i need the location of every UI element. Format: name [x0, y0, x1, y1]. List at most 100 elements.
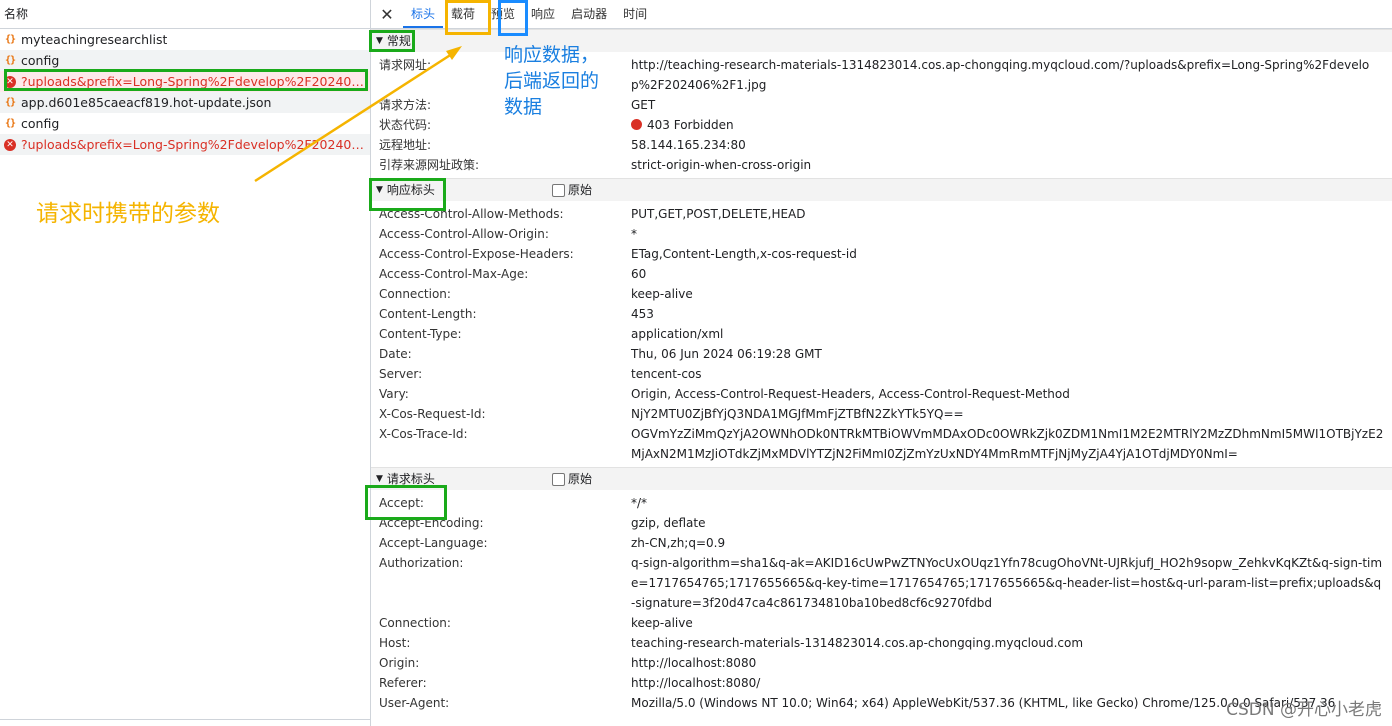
- header-key: X-Cos-Request-Id:: [379, 407, 486, 421]
- header-row: Host: teaching-research-materials-1314823…: [371, 633, 1392, 653]
- request-row[interactable]: {} app.d601e85caeacf819.hot-update.json: [0, 92, 370, 113]
- header-row: Content-Length: 453: [371, 304, 1392, 324]
- header-row: Vary: Origin, Access-Control-Request-Head…: [371, 384, 1392, 404]
- tab-response[interactable]: 响应: [523, 0, 563, 28]
- header-key: Referer:: [379, 676, 427, 690]
- header-row: Connection: keep-alive: [371, 613, 1392, 633]
- list-footer: [0, 719, 370, 726]
- header-value: NjY2MTU0ZjBfYjQ3NDA1MGJfMmFjZTBfN2ZkYTk5…: [631, 407, 964, 421]
- header-row: Accept: */*: [371, 493, 1392, 513]
- tab-timing[interactable]: 时间: [615, 0, 655, 28]
- header-value: keep-alive: [631, 616, 693, 630]
- header-key: Vary:: [379, 387, 409, 401]
- annotation-box-selected-request: [4, 69, 368, 91]
- request-name: config: [21, 116, 60, 131]
- request-row[interactable]: {} myteachingresearchlist: [0, 29, 370, 50]
- header-row: Accept-Encoding: gzip, deflate: [371, 513, 1392, 533]
- header-value: */*: [631, 496, 648, 510]
- annotation-box-preview-tab: [498, 0, 528, 36]
- header-value: zh-CN,zh;q=0.9: [631, 536, 726, 550]
- annotation-box-request-headers: [365, 485, 447, 520]
- header-key: User-Agent:: [379, 696, 450, 710]
- json-file-icon: {}: [4, 97, 16, 108]
- watermark: CSDN @开心小老虎: [1226, 700, 1382, 720]
- header-value: *: [631, 227, 637, 241]
- header-value: q-sign-algorithm=sha1&q-ak=AKID16cUwPwZT…: [631, 556, 1383, 610]
- close-icon[interactable]: ✕: [371, 5, 403, 24]
- header-row: Access-Control-Allow-Methods: PUT,GET,POS…: [371, 204, 1392, 224]
- request-headers-body: Accept: */* Accept-Encoding: gzip, deflate A…: [371, 490, 1392, 716]
- request-row[interactable]: {} config: [0, 50, 370, 71]
- header-value: ETag,Content-Length,x-cos-request-id: [631, 247, 857, 261]
- header-row: Access-Control-Max-Age: 60: [371, 264, 1392, 284]
- header-key: Authorization:: [379, 556, 464, 570]
- raw-checkbox[interactable]: [552, 183, 565, 197]
- header-value: 60: [631, 267, 647, 281]
- header-row: Access-Control-Expose-Headers: ETag,Conte…: [371, 244, 1392, 264]
- header-value: http://teaching-research-materials-13148…: [631, 58, 1370, 92]
- header-value: GET: [631, 98, 656, 112]
- raw-checkbox[interactable]: [552, 472, 565, 486]
- header-key: Accept-Language:: [379, 536, 488, 550]
- header-key: Content-Length:: [379, 307, 477, 321]
- header-row: Authorization: q-sign-algorithm=sha1&q-ak…: [371, 553, 1392, 613]
- header-key: Server:: [379, 367, 423, 381]
- annotation-box-general: [369, 30, 415, 52]
- annotation-response-data-note: 响应数据，后端返回的数据: [504, 44, 600, 118]
- json-file-icon: {}: [4, 34, 16, 45]
- request-name: ?uploads&prefix=Long-Spring%2Fdevelop%2F…: [21, 137, 370, 152]
- header-row: Access-Control-Allow-Origin: *: [371, 224, 1392, 244]
- header-row: X-Cos-Request-Id: NjY2MTU0ZjBfYjQ3NDA1MGJ…: [371, 404, 1392, 424]
- annotation-request-params-note: 请求时携带的参数: [36, 201, 220, 227]
- header-key: Access-Control-Expose-Headers:: [379, 247, 574, 261]
- header-row: 引荐来源网址政策: strict-origin-when-cross-origin: [371, 155, 1392, 175]
- request-headers-section-header[interactable]: ▼ 请求标头 原始: [371, 467, 1392, 490]
- header-key: Connection:: [379, 287, 451, 301]
- header-row: X-Cos-Trace-Id: OGVmYzZiMmQzYjA2OWNhODk0N…: [371, 424, 1392, 464]
- response-raw-toggle[interactable]: 原始: [552, 179, 592, 201]
- header-value: Origin, Access-Control-Request-Headers, …: [631, 387, 1070, 401]
- header-key: Access-Control-Allow-Origin:: [379, 227, 549, 241]
- header-value: Thu, 06 Jun 2024 06:19:28 GMT: [631, 347, 822, 361]
- header-value: 58.144.165.234:80: [631, 138, 746, 152]
- header-row: Origin: http://localhost:8080: [371, 653, 1392, 673]
- header-value: PUT,GET,POST,DELETE,HEAD: [631, 207, 806, 221]
- annotation-box-payload-tab: [445, 0, 491, 35]
- tab-headers[interactable]: 标头: [403, 0, 444, 28]
- response-headers-section-header[interactable]: ▼ 响应标头 原始: [371, 178, 1392, 201]
- header-key: X-Cos-Trace-Id:: [379, 427, 468, 441]
- request-raw-toggle[interactable]: 原始: [552, 468, 592, 490]
- request-name: config: [21, 53, 60, 68]
- annotation-box-response-headers: [369, 178, 446, 211]
- response-headers-body: Access-Control-Allow-Methods: PUT,GET,POS…: [371, 201, 1392, 467]
- name-column-header[interactable]: 名称: [0, 0, 370, 29]
- header-key: Host:: [379, 636, 411, 650]
- header-row: Server: tencent-cos: [371, 364, 1392, 384]
- header-value: tencent-cos: [631, 367, 702, 381]
- header-key: Content-Type:: [379, 327, 462, 341]
- header-value: application/xml: [631, 327, 724, 341]
- header-value: http://localhost:8080/: [631, 676, 761, 690]
- header-value: strict-origin-when-cross-origin: [631, 158, 812, 172]
- error-icon: ✕: [4, 138, 16, 151]
- header-row: 远程地址: 58.144.165.234:80: [371, 135, 1392, 155]
- tab-initiator[interactable]: 启动器: [563, 0, 615, 28]
- json-file-icon: {}: [4, 118, 16, 129]
- header-value: http://localhost:8080: [631, 656, 757, 670]
- json-file-icon: {}: [4, 55, 16, 66]
- request-list-panel: 名称 {} myteachingresearchlist {} config ✕ ?upl…: [0, 0, 371, 726]
- header-key: Date:: [379, 347, 412, 361]
- header-value: OGVmYzZiMmQzYjA2OWNhODk0NTRkMTBiOWVmMDAx…: [631, 427, 1384, 461]
- request-name: myteachingresearchlist: [21, 32, 168, 47]
- request-name: app.d601e85caeacf819.hot-update.json: [21, 95, 272, 110]
- header-key: Access-Control-Max-Age:: [379, 267, 529, 281]
- request-row[interactable]: ✕ ?uploads&prefix=Long-Spring%2Fdevelop%2…: [0, 134, 370, 155]
- header-value: 403 Forbidden: [631, 115, 1392, 135]
- request-list: {} myteachingresearchlist {} config ✕ ?upload…: [0, 29, 370, 155]
- header-key: 远程地址:: [379, 138, 432, 152]
- header-value: gzip, deflate: [631, 516, 706, 530]
- header-key: Origin:: [379, 656, 420, 670]
- status-error-icon: [631, 119, 642, 130]
- request-row[interactable]: {} config: [0, 113, 370, 134]
- header-key: 引荐来源网址政策:: [379, 158, 480, 172]
